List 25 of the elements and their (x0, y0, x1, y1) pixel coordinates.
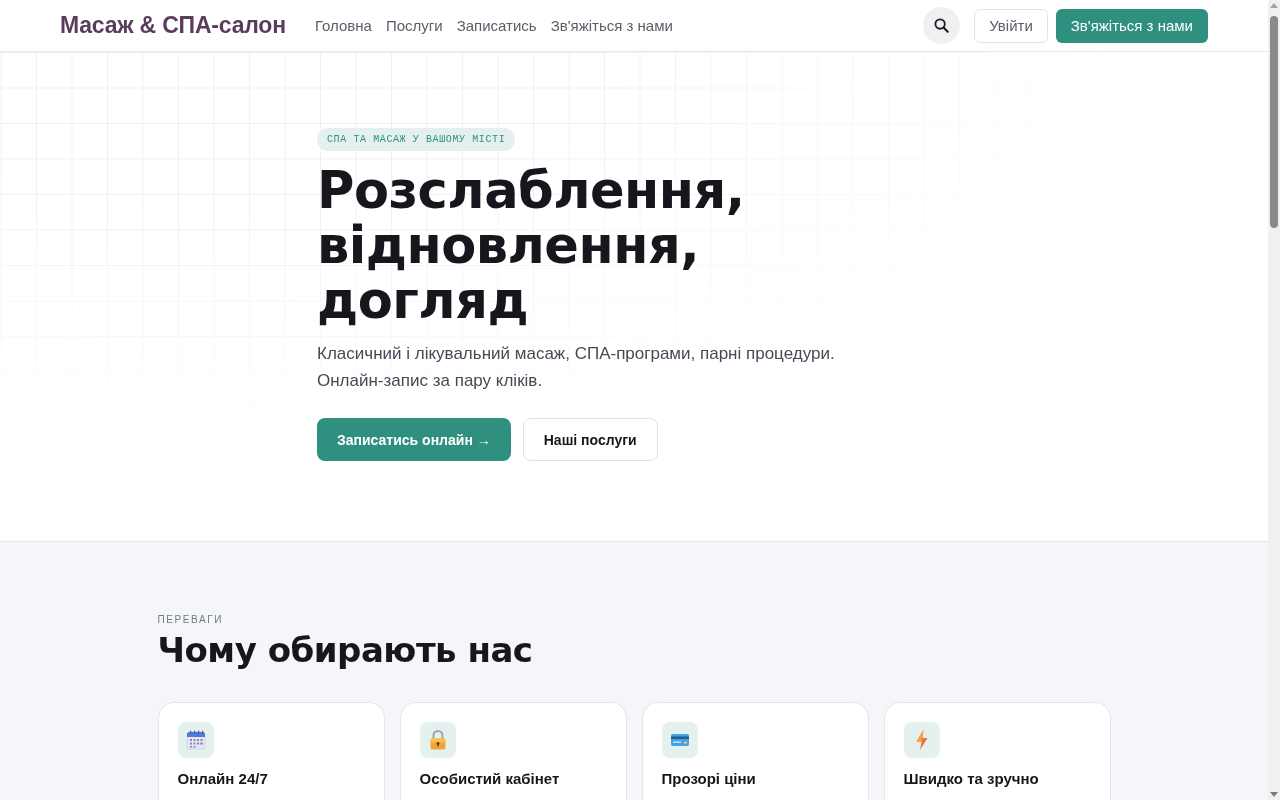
card-title: Швидко та зручно (903, 770, 1039, 787)
card-title: Прозорі ціни (661, 770, 756, 787)
nav-link[interactable]: Зв'яжіться з нами (550, 17, 673, 34)
calendar-icon (177, 722, 214, 758)
nav-link[interactable]: Головна (314, 17, 372, 34)
contact-button[interactable]: Зв'яжіться з нами (1055, 8, 1208, 43)
nav-link[interactable]: Послуги (385, 17, 443, 34)
credit-card-icon (661, 722, 698, 758)
services-button[interactable]: Наші послуги (522, 418, 658, 461)
search-icon (934, 18, 950, 33)
nav-link[interactable]: Записатись (456, 17, 537, 34)
login-button[interactable]: Увійти (974, 8, 1048, 43)
hero-badge: СПА ТА МАСАЖ У ВАШОМУ МІСТІ (317, 128, 516, 151)
lightning-icon (903, 722, 940, 758)
section-heading: Чому обирають нас (157, 630, 533, 670)
padlock-icon (419, 722, 456, 758)
search-button[interactable] (923, 7, 961, 44)
book-online-button[interactable]: Записатись онлайн → (317, 418, 511, 461)
site-logo[interactable]: Масаж & СПА-салон (60, 12, 286, 39)
hero-subtitle: Класичний і лікувальний масаж, СПА-програми, парні процедури. Онлайн-запис за пару кліків. (317, 343, 836, 392)
hero-heading: Розслаблення, відновлення, догляд (317, 163, 746, 328)
scrollbar[interactable] (1268, 0, 1280, 800)
card-title: Особистий кабінет (419, 770, 560, 787)
section-eyebrow: ПЕРЕВАГИ (157, 614, 224, 626)
card-title: Онлайн 24/7 (177, 770, 268, 787)
